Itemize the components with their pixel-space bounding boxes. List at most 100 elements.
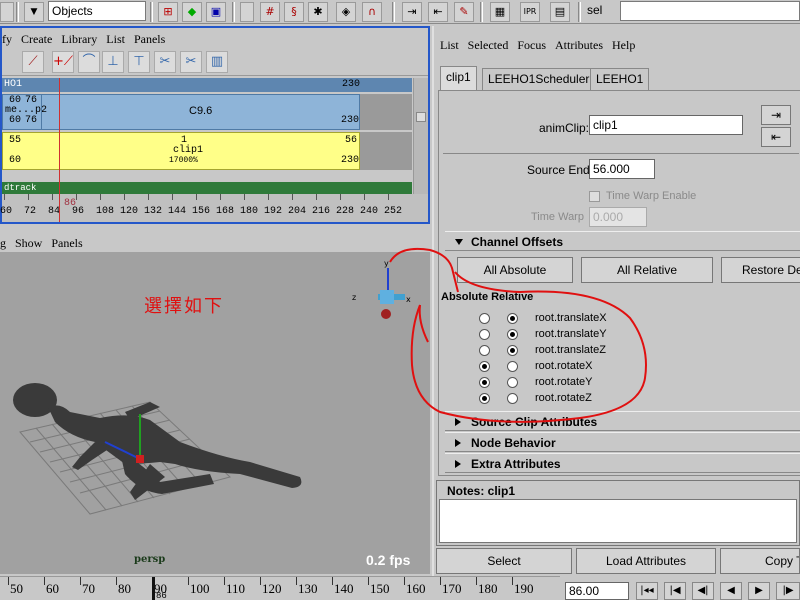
relative-radio[interactable] (507, 361, 518, 372)
time-warp-enable-checkbox[interactable] (589, 191, 600, 202)
section-node-behavior[interactable]: Node Behavior (445, 432, 800, 452)
timeline-tick (368, 577, 369, 585)
section-channel-offsets[interactable]: Channel Offsets (445, 231, 800, 251)
load-attributes-button[interactable]: Load Attributes (576, 548, 716, 574)
construction-history-icon[interactable]: ✎ (454, 2, 474, 22)
trax-vertical-scrollbar[interactable] (413, 78, 428, 194)
menu-shading[interactable]: g (0, 236, 6, 251)
go-to-input-icon[interactable]: ⇥ (761, 105, 791, 125)
ipr-render-icon[interactable]: IPR (520, 2, 540, 22)
snap-curve-icon[interactable]: § (284, 2, 304, 22)
menu-create[interactable]: Create (21, 32, 52, 47)
snap-plane-icon[interactable]: ◈ (336, 2, 356, 22)
menu-panels[interactable]: Panels (51, 236, 82, 251)
section-extra-attributes[interactable]: Extra Attributes (445, 453, 800, 473)
relative-radio[interactable] (507, 345, 518, 356)
go-to-output-icon[interactable]: ⇤ (761, 127, 791, 147)
time-warp-enable-label: Time Warp Enable (606, 190, 697, 202)
soundtrack-header[interactable]: dtrack (2, 182, 412, 194)
absolute-radio[interactable] (479, 393, 490, 404)
play-forwards-icon[interactable]: ▶ (748, 582, 770, 600)
absolute-radio[interactable] (479, 329, 490, 340)
current-time-field[interactable]: 86.00 (565, 582, 629, 600)
tab-scheduler[interactable]: LEEHO1Scheduler1 (482, 68, 603, 90)
timeline-tick (296, 577, 297, 585)
render-settings-icon[interactable]: ▤ (550, 2, 570, 22)
menu-help[interactable]: Help (612, 38, 635, 53)
load-clip-icon[interactable]: ⊥ (102, 51, 124, 73)
tab-clip1[interactable]: clip1 (440, 66, 477, 90)
clip-end-top: 56 (345, 135, 358, 146)
step-forward-frame-icon[interactable]: |▶ (776, 582, 800, 600)
graph-anim-curve-icon[interactable]: ⟋ (22, 51, 44, 73)
menu-list[interactable]: List (106, 32, 125, 47)
current-time-indicator[interactable] (59, 78, 60, 222)
play-backwards-icon[interactable]: ◀ (720, 582, 742, 600)
select-button[interactable]: Select (436, 548, 572, 574)
create-pose-icon[interactable]: ⌒ (78, 51, 100, 73)
absolute-radio[interactable] (479, 377, 490, 388)
toolbar-handle[interactable] (0, 2, 14, 22)
all-relative-button[interactable]: All Relative (581, 257, 713, 283)
select-by-object-icon[interactable]: ◆ (182, 2, 202, 22)
absolute-radio[interactable] (479, 313, 490, 324)
dropdown-arrow-icon[interactable]: ▼ (24, 2, 44, 22)
relative-radio[interactable] (507, 329, 518, 340)
copy-tab-button[interactable]: Copy Ta (720, 548, 800, 574)
toolbar-handle[interactable] (240, 2, 254, 22)
time-ruler-icon[interactable]: ▥ (206, 51, 228, 73)
menu-library[interactable]: Library (61, 32, 97, 47)
character-track-header[interactable]: HO1 230 (2, 78, 412, 92)
create-clip-icon[interactable]: +⟋ (52, 51, 74, 73)
select-by-hierarchy-icon[interactable]: ⊞ (158, 2, 178, 22)
output-ops-icon[interactable]: ⇤ (428, 2, 448, 22)
scroll-thumb[interactable] (416, 112, 426, 122)
time-slider[interactable]: 50 60 70 80 90 100 110 120 130 140 150 160 170 180 190… (0, 576, 560, 600)
quick-select-field[interactable] (620, 1, 800, 21)
split-clip-icon[interactable]: ✂ (154, 51, 176, 73)
select-by-component-icon[interactable]: ▣ (206, 2, 226, 22)
snap-grid-icon[interactable]: # (260, 2, 280, 22)
clip-track-clip1[interactable]: 55 56 1 clip1 60 17000% 230 (2, 132, 360, 170)
magnet-icon[interactable]: ∩ (362, 2, 382, 22)
channel-name: root.rotateX (535, 360, 593, 372)
current-time-marker[interactable] (152, 577, 155, 600)
tab-character[interactable]: LEEHO1 (590, 68, 650, 90)
menu-modify[interactable]: fy (2, 32, 12, 47)
render-frame-icon[interactable]: ▦ (490, 2, 510, 22)
section-source-clip-attributes[interactable]: Source Clip Attributes (445, 411, 800, 431)
go-to-start-icon[interactable]: |◀ (664, 582, 686, 600)
absolute-relative-header: Absolute Relative (441, 291, 534, 303)
menu-focus[interactable]: Focus (517, 38, 546, 53)
relative-radio[interactable] (507, 377, 518, 388)
menu-list[interactable]: List (440, 38, 459, 53)
selection-mode-select[interactable]: Objects (48, 1, 146, 21)
insert-clip-icon[interactable]: ⊤ (128, 51, 150, 73)
restore-defaults-button[interactable]: Restore Defa (721, 257, 800, 283)
empty-track-area[interactable] (360, 94, 412, 130)
timeline-tick (332, 577, 333, 585)
menu-attributes[interactable]: Attributes (555, 38, 603, 53)
anim-clip-field[interactable]: clip1 (589, 115, 743, 135)
notes-textarea[interactable] (439, 499, 797, 543)
relative-radio[interactable] (507, 393, 518, 404)
all-absolute-button[interactable]: All Absolute (457, 257, 573, 283)
perspective-viewport[interactable]: z y x 選擇如下 persp 0.2 fps (0, 252, 430, 574)
menu-selected[interactable]: Selected (468, 38, 509, 53)
source-end-field[interactable]: 56.000 (589, 159, 655, 179)
empty-track-area[interactable] (360, 132, 412, 170)
step-back-key-icon[interactable]: |◂◂ (636, 582, 658, 600)
timeline-tick (512, 577, 513, 585)
clip-start-bottom: 60 (9, 155, 22, 166)
step-back-frame-icon[interactable]: ◀| (692, 582, 714, 600)
selected-node-name[interactable]: sel (584, 1, 618, 21)
menu-show[interactable]: Show (15, 236, 42, 251)
snap-point-icon[interactable]: ✱ (308, 2, 328, 22)
input-ops-icon[interactable]: ⇥ (402, 2, 422, 22)
absolute-radio[interactable] (479, 361, 490, 372)
blend-clip-c9-6[interactable]: 60 76 me...p2 60 76 C9.6 230 (2, 94, 360, 130)
relative-radio[interactable] (507, 313, 518, 324)
absolute-radio[interactable] (479, 345, 490, 356)
blend-clip-icon[interactable]: ✂ (180, 51, 202, 73)
menu-panels[interactable]: Panels (134, 32, 165, 47)
